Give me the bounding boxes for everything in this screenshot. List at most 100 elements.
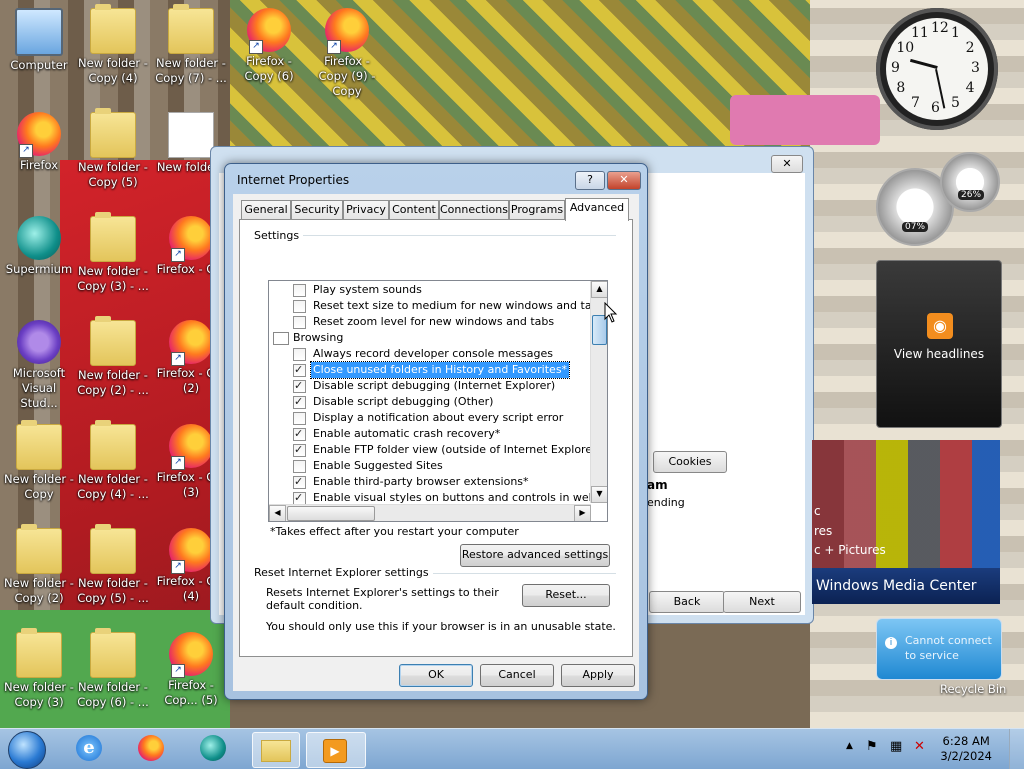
windows-media-center[interactable]: c res c + Pictures Windows Media Center <box>812 440 1000 604</box>
folder-icon <box>261 740 291 762</box>
setting-checkbox[interactable] <box>293 300 306 313</box>
desktop-icon[interactable]: New folder - Copy (6) - ... <box>76 628 150 710</box>
setting-checkbox[interactable] <box>293 348 306 361</box>
desktop-icon[interactable]: New folder - Copy (3) - ... <box>76 212 150 294</box>
clock-gadget[interactable]: 12 1 2 3 4 5 6 7 8 9 10 11 <box>876 8 998 130</box>
setting-checkbox[interactable] <box>293 426 306 442</box>
clock-number: 7 <box>911 94 920 111</box>
clock-face: 12 1 2 3 4 5 6 7 8 9 10 11 <box>886 18 988 120</box>
settings-tree[interactable]: Enable visual styles on buttons and cont… <box>268 280 608 522</box>
supermium-icon <box>17 216 61 260</box>
supermium-logo-icon <box>200 735 226 761</box>
shortcut-arrow-icon: ↗ <box>327 40 341 54</box>
setting-checkbox[interactable] <box>293 316 306 329</box>
tab-programs[interactable]: Programs <box>509 200 565 220</box>
reset-divider <box>416 573 616 574</box>
desktop-icon[interactable]: New folder - Copy (5) - ... <box>76 524 150 606</box>
desktop-icon[interactable]: ↗ Firefox - Copy (9) - Copy <box>310 8 384 99</box>
desktop-icon[interactable]: Supermium <box>2 216 76 277</box>
tab-connections[interactable]: Connections <box>439 200 509 220</box>
scroll-up-button[interactable]: ▲ <box>591 281 607 298</box>
close-button[interactable]: ✕ <box>607 171 641 190</box>
horizontal-scrollbar[interactable]: ◀ ▶ <box>269 504 591 521</box>
desktop-icon[interactable]: ↗ Firefox - Cop... (5) <box>154 632 228 708</box>
horizontal-scroll-thumb[interactable] <box>287 506 375 521</box>
wmc-item[interactable]: res <box>814 524 832 538</box>
clock[interactable]: 6:28 AM 3/2/2024 <box>940 734 992 764</box>
feed-headlines-gadget[interactable]: ◉ View headlines <box>876 260 1002 428</box>
show-hidden-icons-button[interactable]: ▲ <box>846 741 853 751</box>
desktop-icon[interactable]: New folder - Copy (7) - ... <box>154 4 228 86</box>
tab-security[interactable]: Security <box>291 200 343 220</box>
scroll-down-button[interactable]: ▼ <box>591 486 607 503</box>
media-player-taskbar-icon[interactable]: ▶ <box>306 732 366 768</box>
desktop-icon[interactable]: New folder - Copy (2) - ... <box>76 316 150 398</box>
scroll-left-button[interactable]: ◀ <box>269 505 286 521</box>
explorer-taskbar-icon[interactable] <box>252 732 300 768</box>
folder-icon <box>90 108 136 158</box>
show-desktop-button[interactable] <box>1009 729 1024 769</box>
tab-privacy[interactable]: Privacy <box>343 200 389 220</box>
cpu-meter-gadget[interactable]: 07% 26% <box>874 150 1000 246</box>
setting-checkbox[interactable] <box>293 412 306 425</box>
clock-number: 3 <box>971 60 980 76</box>
desktop-icon[interactable]: Microsoft Visual Stud... <box>2 320 76 411</box>
clock-number: 12 <box>931 20 949 36</box>
supermium-taskbar-icon[interactable] <box>196 732 230 766</box>
firefox-icon: ↗ <box>17 112 61 158</box>
network-icon[interactable]: ▦ <box>890 739 902 754</box>
help-button[interactable]: ? <box>575 171 605 190</box>
ok-button[interactable]: OK <box>399 664 473 687</box>
background-window-close-button[interactable]: ✕ <box>771 155 803 173</box>
firefox-icon: ↗ <box>169 632 213 678</box>
wmc-item[interactable]: c <box>814 504 821 518</box>
wmc-item[interactable]: c + Pictures <box>814 543 886 557</box>
internet-explorer-taskbar-icon[interactable]: e <box>72 732 106 766</box>
start-button[interactable] <box>8 731 46 769</box>
clock-number: 1 <box>951 25 960 42</box>
setting-label: Play system sounds <box>313 283 422 296</box>
desktop-icon[interactable]: Computer <box>2 8 76 73</box>
network-gadget[interactable]: Cannot connect to service i <box>876 618 1002 680</box>
setting-checkbox[interactable] <box>293 284 306 297</box>
setting-checkbox[interactable] <box>293 442 306 458</box>
tab-content[interactable]: Content <box>389 200 439 220</box>
setting-checkbox[interactable] <box>293 362 306 378</box>
apply-button[interactable]: Apply <box>561 664 635 687</box>
desktop-icon[interactable]: New folder - Copy (3) <box>2 628 76 710</box>
volume-muted-icon[interactable]: ✕ <box>914 739 925 754</box>
setting-checkbox[interactable] <box>293 460 306 473</box>
setting-checkbox[interactable] <box>293 474 306 490</box>
folder-icon <box>16 524 62 574</box>
desktop-icon[interactable]: New folder - Copy (4) <box>76 4 150 86</box>
cancel-button[interactable]: Cancel <box>480 664 554 687</box>
setting-checkbox[interactable] <box>293 378 306 394</box>
next-button[interactable]: Next <box>723 591 801 613</box>
scroll-right-button[interactable]: ▶ <box>574 505 591 521</box>
setting-checkbox[interactable] <box>293 394 306 410</box>
internet-properties-dialog[interactable]: Internet Properties ? ✕ General Security… <box>224 163 648 700</box>
desktop-icon[interactable]: ↗ Firefox - Copy (6) <box>232 8 306 84</box>
recycle-bin-label[interactable]: Recycle Bin <box>940 682 1006 696</box>
shortcut-arrow-icon: ↗ <box>171 456 185 470</box>
desktop-icon[interactable]: New folder - Copy (2) <box>2 524 76 606</box>
clock-number: 2 <box>965 40 975 56</box>
restore-advanced-settings-button[interactable]: Restore advanced settings <box>460 544 610 567</box>
back-button[interactable]: Back <box>649 591 725 613</box>
desktop-icon[interactable]: New folder - Copy (4) - ... <box>76 420 150 502</box>
info-icon: i <box>885 637 897 649</box>
desktop-icon[interactable]: New folder - Copy <box>2 420 76 502</box>
desktop-icon[interactable]: New folder - Copy (5) <box>76 108 150 190</box>
desktop-icon-label: Supermium <box>5 262 73 276</box>
network-msg-line2: to service <box>905 649 959 662</box>
firefox-taskbar-icon[interactable] <box>134 732 168 766</box>
tab-advanced[interactable]: Advanced <box>565 198 629 221</box>
desktop-icon[interactable]: ↗ Firefox <box>2 112 76 173</box>
cookies-button[interactable]: Cookies <box>653 451 727 473</box>
tab-general[interactable]: General <box>241 200 291 220</box>
action-center-flag-icon[interactable]: ⚑ <box>866 739 878 754</box>
folder-icon <box>168 4 214 54</box>
play-icon: ▶ <box>323 739 347 763</box>
folder-icon <box>16 628 62 678</box>
reset-button[interactable]: Reset... <box>522 584 610 607</box>
